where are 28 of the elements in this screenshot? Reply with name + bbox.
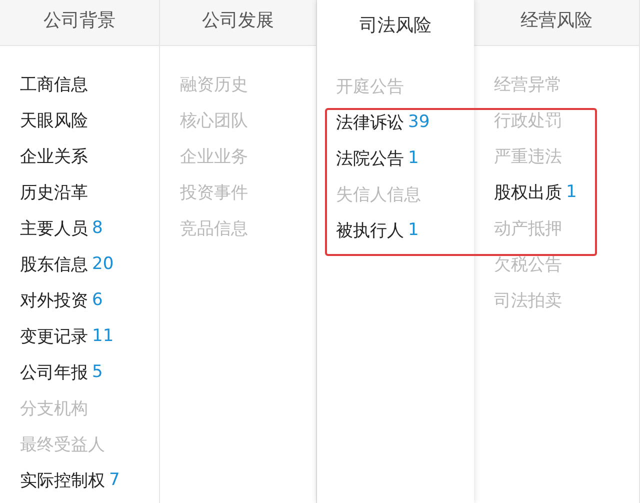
category-tab[interactable]: 公司发展 [160, 0, 316, 46]
count-label: 1 [408, 148, 419, 168]
count-label: 5 [92, 362, 103, 382]
count-label: 6 [92, 290, 103, 310]
count-label: 1 [408, 220, 419, 240]
menu-item[interactable]: 工商信息 [20, 66, 159, 102]
count-label: 8 [92, 218, 103, 238]
menu-item[interactable]: 主要人员 8 [20, 210, 159, 246]
count-label: 20 [92, 254, 114, 274]
category-tab[interactable]: 公司背景 [0, 0, 159, 46]
menu-item[interactable]: 实际控制权 7 [20, 462, 159, 498]
menu-item[interactable]: 企业关系 [20, 138, 159, 174]
menu-item[interactable]: 对外投资 6 [20, 282, 159, 318]
menu-item[interactable]: 被执行人 1 [336, 212, 474, 248]
count-label: 11 [92, 326, 114, 346]
menu-item[interactable]: 公司年报 5 [20, 354, 159, 390]
menu-item[interactable]: 法律诉讼 39 [336, 104, 474, 140]
menu-item[interactable]: 历史沿革 [20, 174, 159, 210]
menu-item[interactable]: 天眼风险 [20, 102, 159, 138]
category-tab[interactable]: 司法风险 [317, 0, 474, 46]
menu-item[interactable]: 股东信息 20 [20, 246, 159, 282]
menu-item[interactable]: 法院公告 1 [336, 140, 474, 176]
menu-item[interactable]: 变更记录 11 [20, 318, 159, 354]
category-tab[interactable]: 经营风险 [474, 0, 639, 46]
count-label: 1 [566, 182, 577, 202]
count-label: 39 [408, 112, 430, 132]
menu-item[interactable]: 股权出质 1 [494, 174, 639, 210]
count-label: 7 [109, 470, 120, 490]
